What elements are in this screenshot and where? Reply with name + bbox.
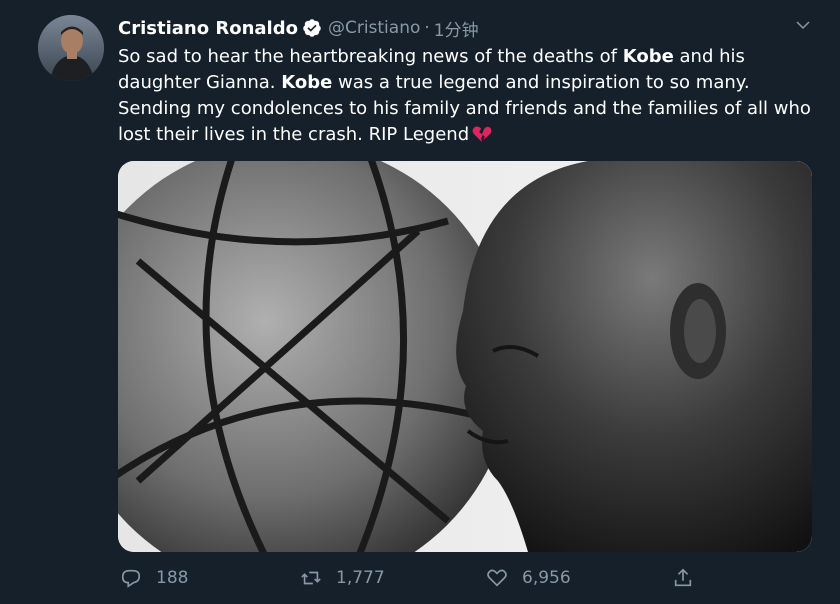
author-handle[interactable]: @Cristiano <box>328 18 420 38</box>
broken-heart-emoji <box>472 126 492 143</box>
share-button[interactable] <box>672 562 708 594</box>
retweet-button[interactable]: 1,777 <box>300 562 385 594</box>
like-button[interactable]: 6,956 <box>486 562 571 594</box>
tweet-header: Cristiano Ronaldo @Cristiano · 1分钟 <box>118 14 479 42</box>
tweet-text-bold: Kobe <box>281 72 333 93</box>
avatar[interactable] <box>38 15 104 81</box>
share-icon <box>674 568 692 587</box>
separator-dot: · <box>424 18 430 38</box>
reply-count: 188 <box>156 568 189 588</box>
author-name[interactable]: Cristiano Ronaldo <box>118 18 298 39</box>
tweet-text-part: So sad to hear the heartbreaking news of… <box>118 46 623 67</box>
tweet-actions: 188 1,777 6,956 <box>118 562 718 594</box>
verified-badge-icon <box>303 19 321 37</box>
tweet-card: Cristiano Ronaldo @Cristiano · 1分钟 So sa… <box>0 0 840 604</box>
reply-button[interactable]: 188 <box>120 562 188 594</box>
tweet-timestamp[interactable]: 1分钟 <box>434 16 479 41</box>
tweet-text-bold: Kobe <box>622 46 674 67</box>
reply-icon <box>121 569 141 588</box>
retweet-count: 1,777 <box>336 568 385 588</box>
chevron-down-icon[interactable] <box>794 16 812 34</box>
tweet-photo[interactable] <box>118 161 812 552</box>
tweet-text: So sad to hear the heartbreaking news of… <box>118 44 818 148</box>
like-count: 6,956 <box>522 568 571 588</box>
retweet-icon <box>301 571 321 585</box>
heart-icon <box>487 569 507 587</box>
